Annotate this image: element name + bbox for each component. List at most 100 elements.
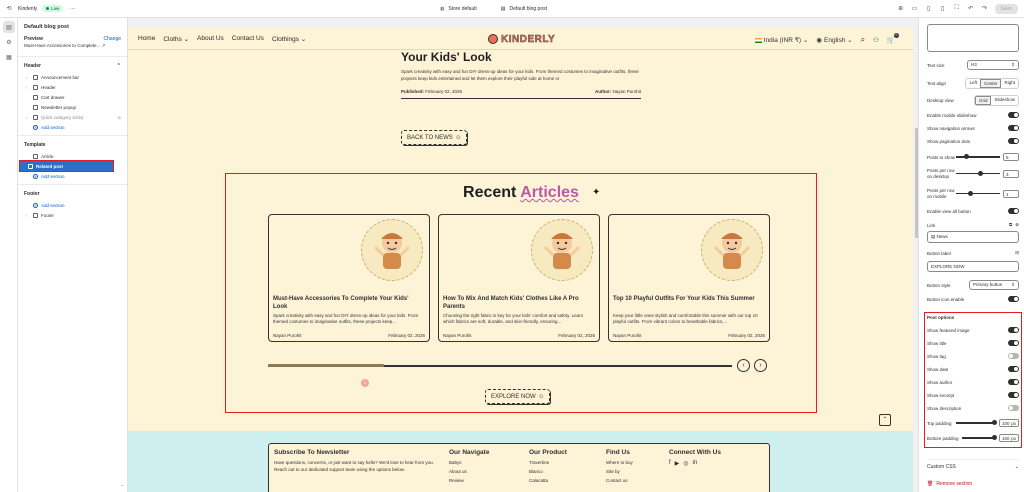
back-to-news-button[interactable]: BACK TO NEWS ✩ (401, 130, 467, 145)
view-grid[interactable]: Grid (974, 96, 992, 105)
redo-icon[interactable]: ↷ (981, 5, 989, 13)
slider-progress[interactable] (268, 364, 384, 367)
scroll-to-top-button[interactable]: ⌃ (879, 414, 891, 426)
card-title[interactable]: How To Mix And Match Kids' Clothes Like … (443, 295, 593, 311)
linkedin-icon[interactable]: in (693, 460, 698, 467)
show-title-toggle[interactable] (1008, 340, 1019, 346)
header-section-group[interactable]: Header ⌃ (18, 60, 127, 72)
view-all-toggle[interactable] (1008, 208, 1019, 214)
tablet-view-icon[interactable]: ▯ (939, 5, 947, 13)
blog-card[interactable]: How To Mix And Match Kids' Clothes Like … (438, 214, 600, 342)
align-left[interactable]: Left (966, 79, 980, 88)
posts-per-row-mobile-slider[interactable] (956, 190, 1000, 196)
next-arrow-button[interactable]: › (754, 359, 767, 372)
site-logo[interactable]: KINDERLY (488, 32, 568, 46)
facebook-icon[interactable]: f (669, 460, 671, 467)
search-icon[interactable]: ⌕ (861, 35, 865, 45)
undo-icon[interactable]: ↶ (967, 5, 975, 13)
link-clear-icon[interactable]: ⊗ (1015, 222, 1019, 228)
pagination-toggle[interactable] (1008, 138, 1019, 144)
exit-icon[interactable]: ⟲ (5, 5, 13, 13)
pagination-dot[interactable]: 1 (361, 379, 369, 387)
show-tag-toggle[interactable] (1008, 353, 1019, 359)
inspector-icon[interactable]: ⊕ (897, 5, 905, 13)
text-size-select[interactable]: H3 ⇕ (967, 60, 1019, 70)
footer-link[interactable]: Site by (606, 469, 633, 474)
section-announcement-bar[interactable]: › Announcement bar (18, 72, 127, 82)
top-padding-input[interactable]: 100 px (999, 419, 1019, 427)
chevron-right-icon[interactable]: › (26, 213, 30, 218)
footer-link[interactable]: Where to buy (606, 460, 633, 465)
blog-card[interactable]: Top 10 Playful Outfits For Your Kids Thi… (608, 214, 770, 342)
slider-knob[interactable] (964, 154, 969, 160)
chevron-right-icon[interactable]: › (26, 115, 30, 120)
section-cart-drawer[interactable]: Cart drawer (18, 92, 127, 102)
nav-home[interactable]: Home (138, 35, 155, 43)
cart-icon[interactable]: 🛒 0 (887, 33, 899, 44)
collapse-icon[interactable]: ⌃ (117, 63, 121, 69)
store-default-selector[interactable]: ◍ Store default (440, 6, 477, 12)
nav-arrows-toggle[interactable] (1008, 125, 1019, 131)
posts-per-row-desktop-slider[interactable] (956, 170, 1000, 176)
chevron-right-icon[interactable]: › (26, 85, 30, 90)
nav-contact[interactable]: Contact Us (232, 35, 264, 43)
section-article[interactable]: Article (18, 151, 127, 161)
heading-textarea[interactable] (927, 24, 1019, 52)
slider-scrollbar[interactable] (268, 364, 732, 367)
section-related-post[interactable]: Related post (19, 160, 114, 172)
add-section-footer[interactable]: + Add section (18, 200, 127, 210)
show-author-toggle[interactable] (1008, 379, 1019, 385)
mobile-slideshow-toggle[interactable] (1008, 112, 1019, 118)
button-label-input[interactable]: EXPLORE NOW (927, 261, 1019, 272)
section-footer[interactable]: › Footer (18, 210, 127, 220)
external-link-icon[interactable]: ↗ (102, 43, 106, 48)
nav-clothings[interactable]: Clothings ⌄ (272, 35, 306, 43)
remove-section-button[interactable]: 🗑 Remove section (927, 481, 972, 487)
section-newsletter-popup[interactable]: Newsletter popup (18, 102, 127, 112)
card-image[interactable] (361, 219, 423, 281)
posts-to-show-slider[interactable] (956, 154, 1000, 160)
footer-link[interactable]: Review (449, 478, 489, 483)
posts-per-row-desktop-input[interactable]: 3 (1003, 169, 1019, 178)
slider-knob[interactable] (968, 190, 973, 196)
section-quick-category-sticky[interactable]: › Quick category sticky ◎ (18, 112, 127, 122)
instagram-icon[interactable]: ◎ (683, 460, 688, 467)
slider-knob[interactable] (992, 435, 997, 441)
hidden-eye-icon[interactable]: ◎ (118, 115, 122, 120)
posts-to-show-input[interactable]: 5 (1003, 153, 1019, 161)
slider-knob[interactable] (992, 420, 997, 426)
card-image[interactable] (531, 219, 593, 281)
align-right[interactable]: Right (1001, 79, 1018, 88)
footer-link[interactable]: Contact us (606, 478, 633, 483)
youtube-icon[interactable]: ▶ (675, 460, 680, 467)
footer-link[interactable]: Travertine (529, 460, 567, 465)
apps-icon[interactable]: ▦ (3, 51, 15, 63)
language-selector[interactable]: ◉ English ⌄ (816, 36, 852, 44)
chevron-right-icon[interactable]: › (26, 75, 30, 80)
bottom-padding-slider[interactable] (962, 435, 997, 441)
align-center[interactable]: Center (979, 79, 1002, 88)
settings-icon[interactable]: ⚙ (3, 36, 15, 48)
country-selector[interactable]: India (INR ₹) ⌄ (754, 36, 808, 44)
view-slideshow[interactable]: Slideshow (991, 96, 1018, 105)
slider-knob[interactable] (978, 170, 983, 176)
card-title[interactable]: Top 10 Playful Outfits For Your Kids Thi… (613, 295, 763, 303)
dynamic-source-icon[interactable]: ⊟ (1015, 250, 1019, 256)
button-style-select[interactable]: Primary button ⇕ (969, 280, 1019, 290)
footer-link[interactable]: About us (449, 469, 489, 474)
show-description-toggle[interactable] (1008, 405, 1019, 411)
footer-link[interactable]: Blanco (529, 469, 567, 474)
footer-link[interactable]: Calacatta (529, 478, 567, 483)
save-button[interactable]: Save (994, 3, 1018, 14)
card-image[interactable] (701, 219, 763, 281)
card-title[interactable]: Must-Have Accessories To Complete Your K… (273, 295, 423, 311)
related-posts-section[interactable]: Recent Articles ✦ Must-Have Accessories … (225, 173, 817, 413)
add-section-header[interactable]: + Add section (18, 122, 127, 132)
show-date-toggle[interactable] (1008, 366, 1019, 372)
footer-link[interactable]: Babys (449, 460, 489, 465)
explore-now-button[interactable]: EXPLORE NOW ✩ (485, 389, 550, 404)
featured-image-toggle[interactable] (1008, 327, 1019, 333)
template-selector[interactable]: ▤ Default blog post (501, 6, 547, 12)
mobile-view-icon[interactable]: ▯ (925, 5, 933, 13)
link-input[interactable]: ▤ News (927, 231, 1019, 243)
